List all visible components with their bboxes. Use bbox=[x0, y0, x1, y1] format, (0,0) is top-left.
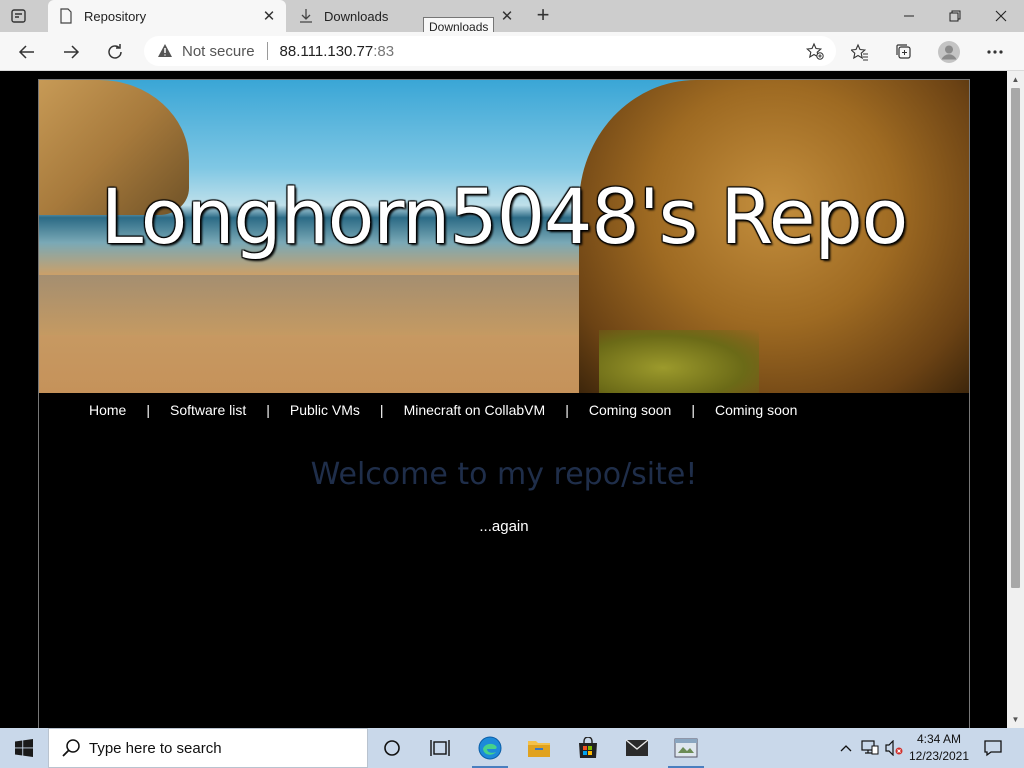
notifications-icon[interactable] bbox=[978, 728, 1008, 768]
edge-icon[interactable] bbox=[466, 728, 514, 768]
favorites-icon[interactable] bbox=[845, 38, 875, 66]
nav-minecraft-collabvm[interactable]: Minecraft on CollabVM bbox=[404, 402, 546, 418]
banner-moss bbox=[599, 330, 759, 393]
back-button[interactable] bbox=[12, 38, 42, 66]
site-nav: Home | Software list | Public VMs | Mine… bbox=[39, 393, 969, 427]
tab-actions-icon[interactable] bbox=[10, 7, 38, 25]
banner-image: Longhorn5048's Repo bbox=[39, 80, 969, 393]
volume-muted-icon[interactable] bbox=[883, 728, 905, 768]
close-tab-icon[interactable]: ✕ bbox=[258, 5, 280, 27]
clock-date: 12/23/2021 bbox=[908, 749, 970, 763]
store-icon[interactable] bbox=[564, 728, 612, 768]
navigation-bar: Not secure 88.111.130.77:83 bbox=[0, 32, 1024, 71]
vertical-scrollbar[interactable]: ▲ ▼ bbox=[1007, 71, 1024, 728]
profile-avatar[interactable] bbox=[934, 38, 964, 66]
tab-repository[interactable]: Repository ✕ bbox=[48, 0, 286, 32]
page-icon bbox=[58, 8, 74, 24]
nav-separator: | bbox=[565, 402, 569, 418]
cortana-icon[interactable] bbox=[368, 728, 416, 768]
url-host[interactable]: 88.111.130.77 bbox=[280, 43, 374, 60]
close-tab-icon[interactable]: ✕ bbox=[496, 5, 518, 27]
search-placeholder: Type here to search bbox=[89, 739, 222, 757]
nav-separator: | bbox=[266, 402, 270, 418]
nav-separator: | bbox=[146, 402, 150, 418]
clock-time: 4:34 AM bbox=[916, 732, 962, 746]
mail-icon[interactable] bbox=[613, 728, 661, 768]
new-tab-button[interactable]: + bbox=[532, 4, 554, 27]
file-explorer-icon[interactable] bbox=[515, 728, 563, 768]
nav-separator: | bbox=[691, 402, 695, 418]
add-favorite-icon[interactable] bbox=[805, 42, 824, 60]
security-label[interactable]: Not secure bbox=[182, 43, 255, 60]
banner-sand bbox=[39, 275, 599, 335]
task-view-icon[interactable] bbox=[416, 728, 464, 768]
more-menu-icon[interactable] bbox=[980, 38, 1010, 66]
download-icon bbox=[298, 8, 314, 24]
url-port[interactable]: :83 bbox=[373, 43, 394, 60]
restore-button[interactable] bbox=[932, 0, 978, 32]
minimize-button[interactable] bbox=[886, 0, 932, 32]
welcome-heading: Welcome to my repo/site! bbox=[310, 457, 698, 492]
scroll-up-icon[interactable]: ▲ bbox=[1007, 71, 1024, 88]
nav-coming-soon-2[interactable]: Coming soon bbox=[715, 402, 798, 418]
warning-icon[interactable] bbox=[156, 42, 174, 60]
collections-icon[interactable] bbox=[889, 38, 919, 66]
windows-start-icon[interactable] bbox=[0, 728, 48, 768]
taskbar-search[interactable]: Type here to search bbox=[48, 728, 368, 768]
close-window-button[interactable] bbox=[978, 0, 1024, 32]
site-title: Longhorn5048's Repo bbox=[100, 172, 909, 261]
forward-button[interactable] bbox=[56, 38, 86, 66]
welcome-subtext: ...again bbox=[479, 518, 529, 535]
tab-title: Repository bbox=[84, 8, 147, 24]
chevron-up-icon[interactable] bbox=[836, 728, 856, 768]
search-icon bbox=[62, 739, 80, 757]
system-clock[interactable]: 4:34 AM 12/23/2021 bbox=[904, 731, 974, 765]
network-icon[interactable] bbox=[859, 728, 881, 768]
scroll-thumb[interactable] bbox=[1011, 88, 1020, 588]
divider bbox=[266, 42, 268, 60]
tab-strip: Repository ✕ Downloads ✕ + bbox=[0, 0, 1024, 32]
nav-public-vms[interactable]: Public VMs bbox=[290, 402, 360, 418]
nav-coming-soon-1[interactable]: Coming soon bbox=[589, 402, 672, 418]
page-viewport: Longhorn5048's Repo Home | Software list… bbox=[0, 71, 1007, 728]
nav-software-list[interactable]: Software list bbox=[170, 402, 246, 418]
taskbar: Type here to search 4:34 AM 12/23/2021 bbox=[0, 728, 1024, 768]
address-bar[interactable]: Not secure 88.111.130.77:83 bbox=[144, 36, 836, 66]
scroll-down-icon[interactable]: ▼ bbox=[1007, 711, 1024, 728]
site-container: Longhorn5048's Repo Home | Software list… bbox=[38, 79, 970, 728]
nav-separator: | bbox=[379, 402, 384, 418]
nav-home[interactable]: Home bbox=[89, 402, 126, 418]
browser-app-icon[interactable] bbox=[662, 728, 710, 768]
refresh-button[interactable] bbox=[100, 38, 130, 66]
